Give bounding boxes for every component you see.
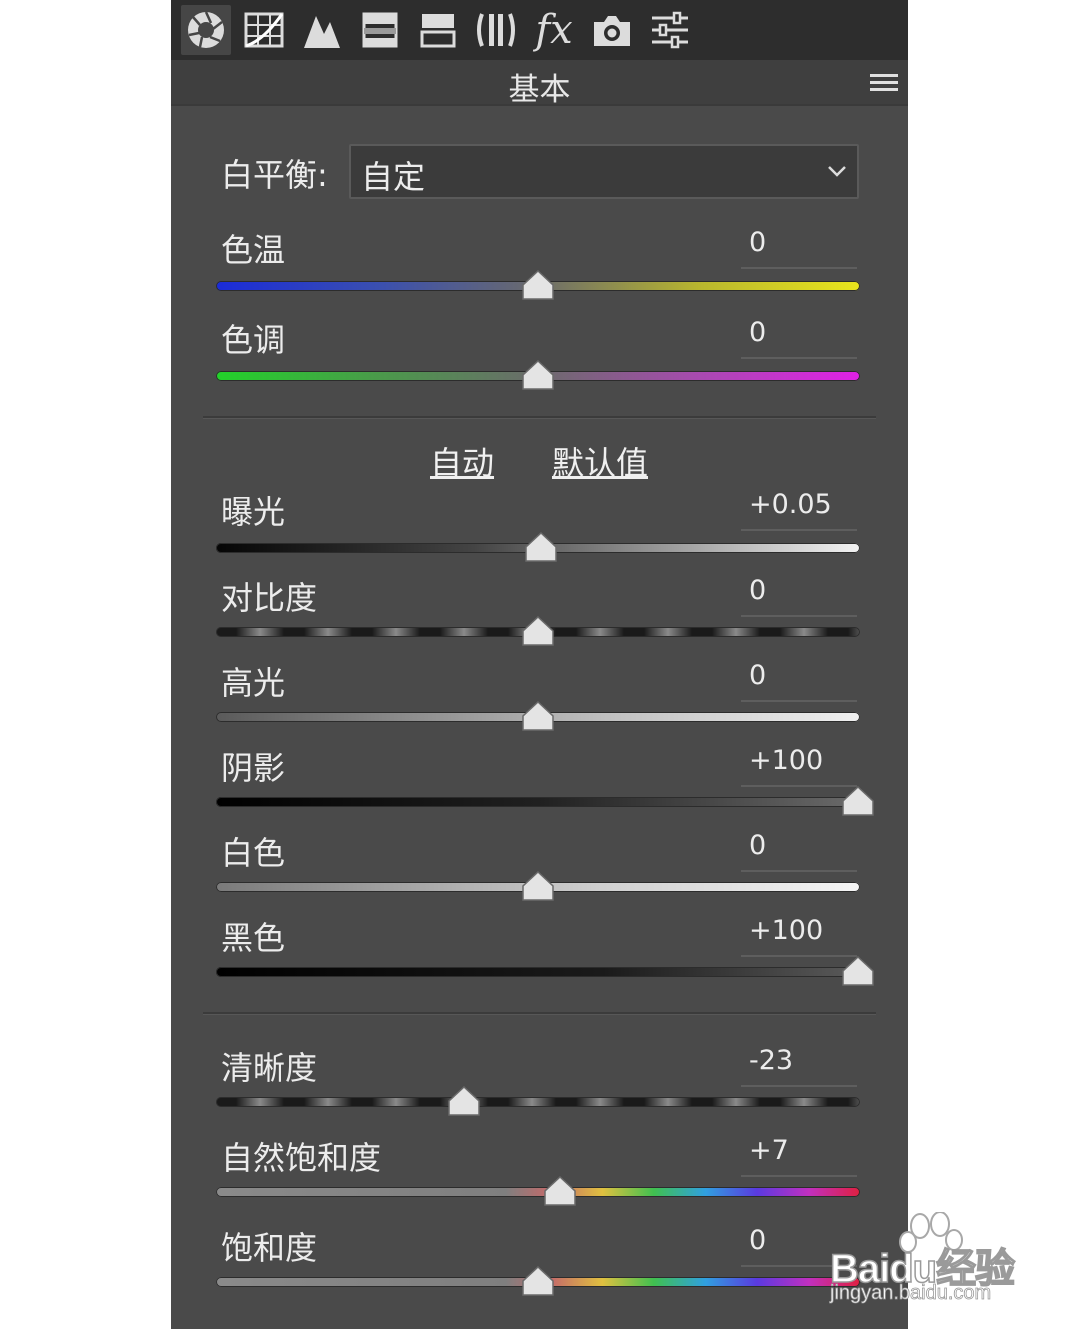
tone-curve-icon bbox=[244, 12, 284, 48]
blacks-label: 黑色 bbox=[221, 919, 286, 957]
tool-tone-curve[interactable] bbox=[239, 5, 289, 55]
saturation-slider-thumb[interactable] bbox=[521, 1265, 555, 1297]
auto-link[interactable]: 自动 bbox=[430, 438, 494, 484]
panel-title: 基本 bbox=[508, 72, 571, 108]
lens-corrections-icon bbox=[477, 13, 515, 47]
blacks-slider-thumb[interactable] bbox=[841, 955, 875, 987]
tool-hsl[interactable] bbox=[355, 5, 405, 55]
shadows-label: 阴影 bbox=[221, 749, 286, 787]
chevron-down-icon bbox=[828, 166, 846, 177]
split-toning-icon bbox=[420, 14, 456, 48]
tint-value-field[interactable]: 0 bbox=[741, 315, 857, 359]
highlights-label: 高光 bbox=[221, 664, 286, 702]
tool-effects[interactable]: fx bbox=[529, 5, 579, 55]
contrast-label: 对比度 bbox=[221, 579, 318, 617]
panel-menu-icon[interactable] bbox=[870, 72, 898, 94]
vibrance-label: 自然饱和度 bbox=[221, 1139, 382, 1177]
default-link[interactable]: 默认值 bbox=[552, 438, 648, 484]
tool-split-toning[interactable] bbox=[413, 5, 463, 55]
blacks-value-field[interactable]: +100 bbox=[741, 913, 857, 957]
detail-icon bbox=[304, 16, 340, 48]
basic-panel: fx 基本 白平衡: 自定 自动 默认值 色温 0 色调 0 曝光 +0.05 … bbox=[171, 0, 908, 1329]
shadows-slider-thumb[interactable] bbox=[841, 785, 875, 817]
aperture-icon bbox=[188, 11, 224, 48]
white-balance-value: 自定 bbox=[361, 158, 426, 196]
clarity-value-field[interactable]: -23 bbox=[741, 1043, 857, 1087]
panel-header: 基本 bbox=[171, 60, 908, 108]
camera-calibration-icon bbox=[594, 16, 630, 46]
contrast-value-field[interactable]: 0 bbox=[741, 573, 857, 617]
whites-value-field[interactable]: 0 bbox=[741, 828, 857, 872]
tool-basic[interactable] bbox=[181, 5, 231, 55]
shadows-slider-track[interactable] bbox=[216, 797, 860, 807]
panel-toolbar: fx bbox=[171, 0, 908, 60]
saturation-label: 饱和度 bbox=[221, 1229, 318, 1267]
section-divider bbox=[203, 1012, 876, 1015]
clarity-slider-thumb[interactable] bbox=[447, 1085, 481, 1117]
clarity-slider-track[interactable] bbox=[216, 1097, 860, 1107]
white-balance-dropdown[interactable]: 自定 bbox=[349, 144, 859, 199]
blacks-slider-track[interactable] bbox=[216, 967, 860, 977]
white-balance-label: 白平衡: bbox=[221, 156, 328, 194]
tint-slider-thumb[interactable] bbox=[521, 359, 555, 391]
whites-slider-thumb[interactable] bbox=[521, 870, 555, 902]
whites-label: 白色 bbox=[221, 834, 286, 872]
exposure-slider-thumb[interactable] bbox=[524, 531, 558, 563]
vibrance-value-field[interactable]: +7 bbox=[741, 1133, 857, 1177]
vibrance-slider-thumb[interactable] bbox=[543, 1175, 577, 1207]
tool-camera-calibration[interactable] bbox=[587, 5, 637, 55]
temperature-value-field[interactable]: 0 bbox=[741, 225, 857, 269]
exposure-value-field[interactable]: +0.05 bbox=[741, 487, 857, 531]
clarity-label: 清晰度 bbox=[221, 1049, 318, 1087]
exposure-label: 曝光 bbox=[221, 493, 286, 531]
temperature-slider-thumb[interactable] bbox=[521, 269, 555, 301]
tool-lens-corrections[interactable] bbox=[471, 5, 521, 55]
shadows-value-field[interactable]: +100 bbox=[741, 743, 857, 787]
contrast-slider-thumb[interactable] bbox=[521, 615, 555, 647]
hsl-icon bbox=[362, 12, 398, 48]
tool-presets[interactable] bbox=[645, 5, 695, 55]
watermark-url: jingyan.baidu.com bbox=[830, 1282, 992, 1305]
presets-sliders-icon bbox=[652, 11, 688, 49]
vibrance-slider-track[interactable] bbox=[216, 1187, 860, 1197]
highlights-slider-thumb[interactable] bbox=[521, 700, 555, 732]
temperature-label: 色温 bbox=[221, 231, 286, 269]
tool-detail[interactable] bbox=[297, 5, 347, 55]
tint-label: 色调 bbox=[221, 321, 286, 359]
section-divider bbox=[203, 416, 876, 419]
fx-effects-icon: fx bbox=[535, 7, 573, 53]
highlights-value-field[interactable]: 0 bbox=[741, 658, 857, 702]
